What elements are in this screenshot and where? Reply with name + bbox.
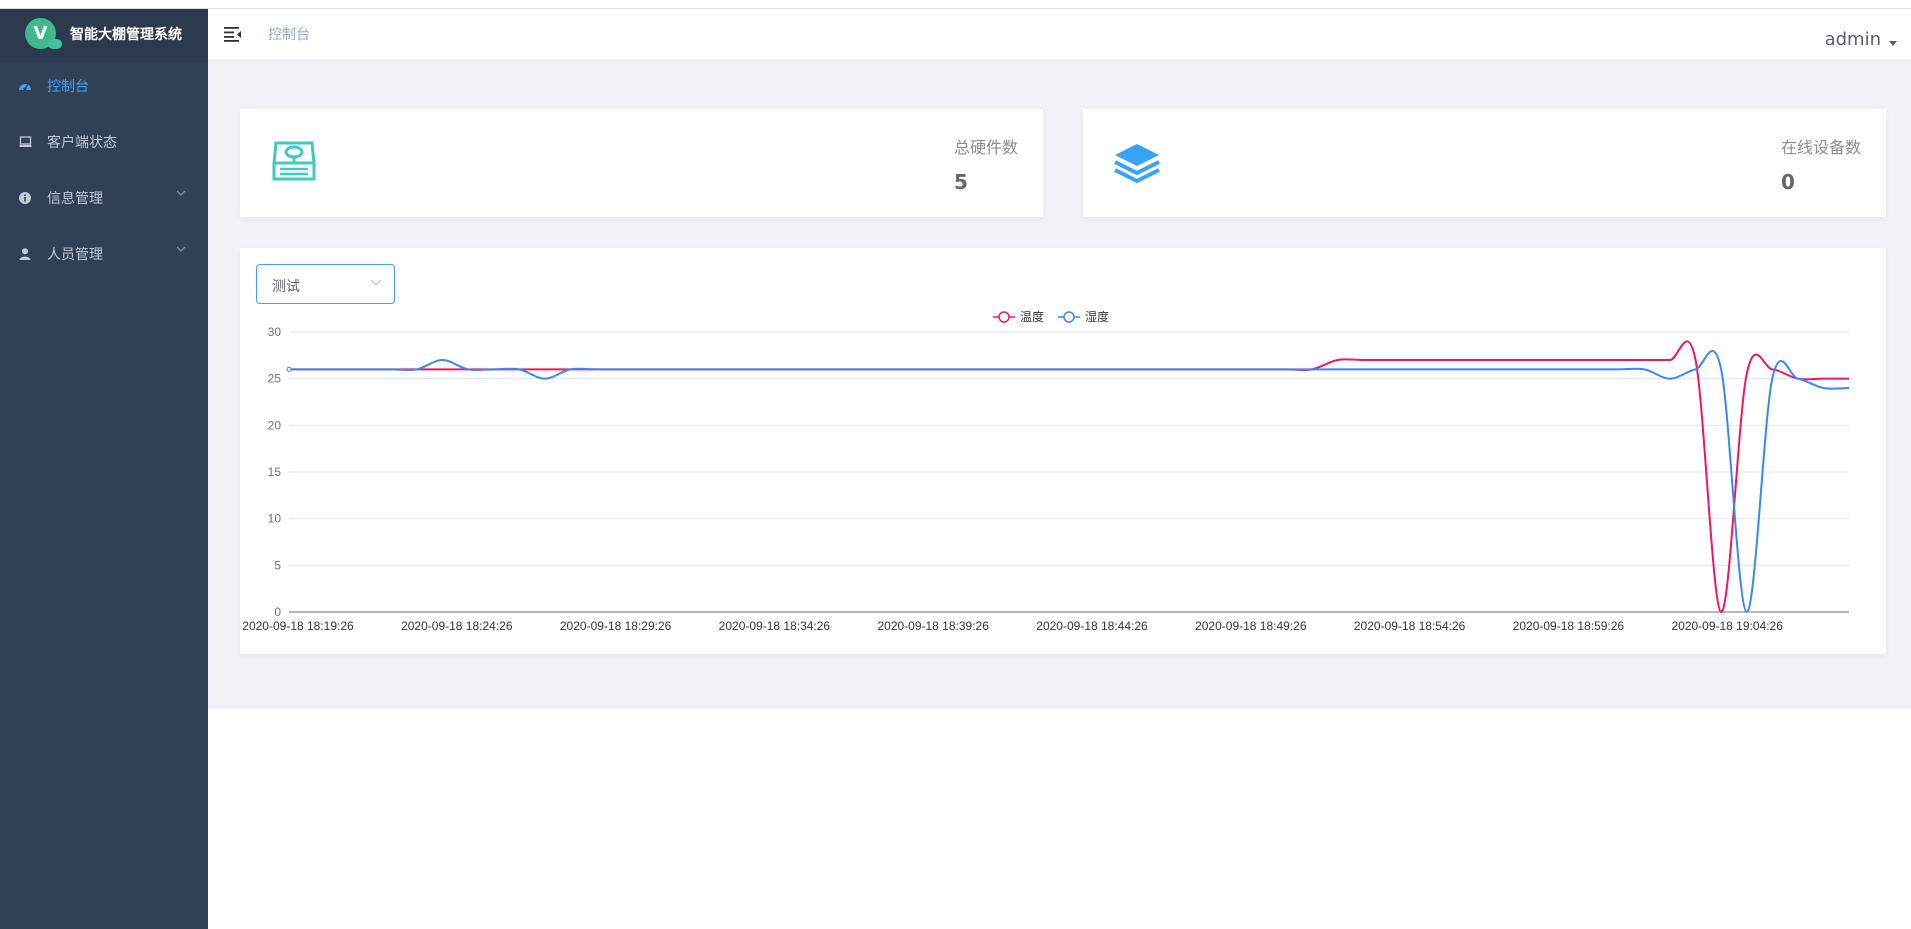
chevron-down-icon bbox=[176, 190, 186, 196]
x-tick-label: 2020-09-18 18:24:26 bbox=[401, 619, 513, 633]
stat-label: 总硬件数 bbox=[953, 138, 1018, 157]
app-title: 智能大棚管理系统 bbox=[70, 26, 182, 43]
user-icon bbox=[18, 247, 32, 261]
stat-value: 0 bbox=[1780, 170, 1795, 194]
sidebar-item-label: 控制台 bbox=[47, 79, 89, 95]
hamburger-icon[interactable] bbox=[224, 26, 242, 42]
y-tick-label: 25 bbox=[268, 372, 282, 386]
y-tick-label: 0 bbox=[274, 605, 281, 619]
x-tick-label: 2020-09-18 18:39:26 bbox=[877, 619, 989, 633]
x-tick-label: 2020-09-18 18:44:26 bbox=[1036, 619, 1148, 633]
stat-card-total-hardware[interactable]: 总硬件数 5 bbox=[240, 109, 1043, 217]
y-tick-label: 15 bbox=[268, 465, 282, 479]
legend-marker bbox=[998, 311, 1010, 323]
sidebar-item-info-management[interactable]: 信息管理 bbox=[0, 170, 208, 226]
y-tick-label: 20 bbox=[268, 418, 282, 432]
dashboard-icon bbox=[18, 79, 32, 93]
y-tick-label: 5 bbox=[274, 558, 281, 572]
main-area: 控制台 admin 总硬件数 5 在线设备数 0 测试 0 5 10 15 20… bbox=[208, 9, 1911, 929]
layers-icon bbox=[1114, 144, 1160, 183]
legend-label: 湿度 bbox=[1085, 309, 1109, 324]
info-icon bbox=[18, 191, 32, 205]
chevron-down-icon bbox=[176, 246, 186, 252]
x-tick-label: 2020-09-18 18:49:26 bbox=[1195, 619, 1307, 633]
navbar: 控制台 admin bbox=[208, 9, 1911, 59]
sidebar-item-label: 客户端状态 bbox=[47, 135, 117, 151]
user-menu[interactable]: admin bbox=[1825, 29, 1897, 50]
caret-down-icon bbox=[1889, 41, 1897, 46]
line-chart: 0 5 10 15 20 25 30 2020-09-18 18:19:26 2020-09-1… bbox=[242, 309, 1850, 633]
hard-drive-icon bbox=[272, 141, 316, 181]
breadcrumb[interactable]: 控制台 bbox=[268, 24, 310, 44]
stat-value: 5 bbox=[953, 170, 968, 194]
monitor-icon bbox=[18, 135, 32, 149]
x-tick-label: 2020-09-18 18:54:26 bbox=[1354, 619, 1466, 633]
sidebar-item-staff-management[interactable]: 人员管理 bbox=[0, 226, 208, 282]
x-tick-label: 2020-09-18 19:04:26 bbox=[1671, 619, 1783, 633]
y-tick-label: 30 bbox=[268, 325, 282, 339]
sidebar-item-label: 信息管理 bbox=[47, 191, 103, 207]
logo-letter: V bbox=[33, 23, 48, 44]
x-tick-label: 2020-09-18 18:59:26 bbox=[1513, 619, 1625, 633]
series-start-point bbox=[286, 366, 292, 372]
series-line-1 bbox=[289, 350, 1850, 614]
username: admin bbox=[1824, 29, 1881, 50]
x-tick-label: 2020-09-18 18:29:26 bbox=[560, 619, 672, 633]
stat-label: 在线设备数 bbox=[1780, 138, 1861, 157]
legend-label: 温度 bbox=[1020, 309, 1044, 324]
sidebar-item-client-status[interactable]: 客户端状态 bbox=[0, 114, 208, 170]
sidebar-logo[interactable]: V 智能大棚管理系统 bbox=[0, 9, 208, 58]
y-tick-label: 10 bbox=[268, 512, 282, 526]
sidebar: V 智能大棚管理系统 控制台 客户端状态 信息管理 人员管理 bbox=[0, 9, 208, 929]
sidebar-item-label: 人员管理 bbox=[47, 247, 103, 263]
logo-icon: V bbox=[25, 18, 62, 49]
dashboard-content: 总硬件数 5 在线设备数 0 测试 0 5 10 15 20 25 30 2020-09-18… bbox=[208, 59, 1911, 709]
stat-card-online-devices[interactable]: 在线设备数 0 bbox=[1083, 109, 1886, 217]
sidebar-item-dashboard[interactable]: 控制台 bbox=[0, 58, 208, 114]
legend-marker bbox=[1063, 311, 1075, 323]
x-tick-label: 2020-09-18 18:19:26 bbox=[242, 619, 354, 633]
window-top-border bbox=[0, 0, 1911, 9]
series-line-0 bbox=[289, 340, 1849, 614]
chart-card: 测试 0 5 10 15 20 25 30 2020-09-18 18:19:26 2020-0… bbox=[240, 248, 1886, 654]
x-tick-label: 2020-09-18 18:34:26 bbox=[719, 619, 831, 633]
